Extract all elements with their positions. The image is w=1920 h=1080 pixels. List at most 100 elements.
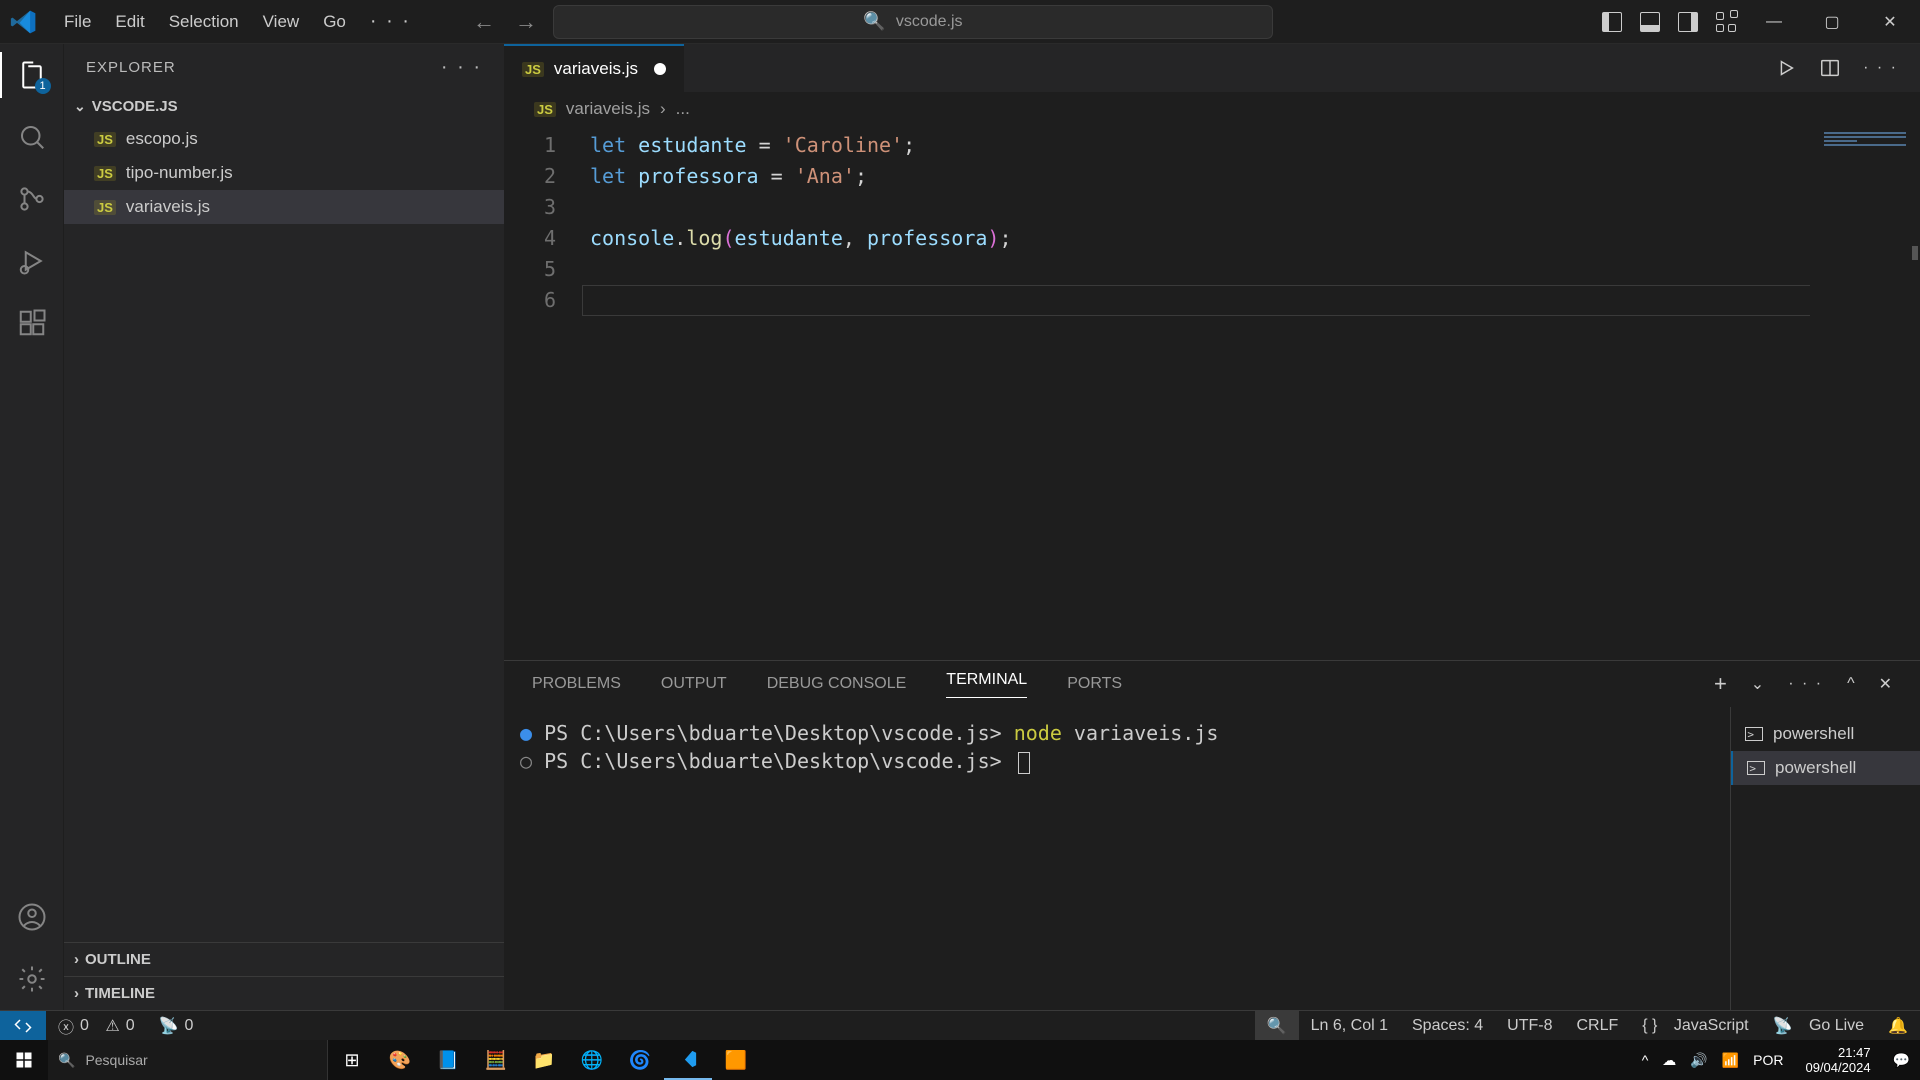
code-content[interactable]: let estudante = 'Caroline'; let professo…: [582, 126, 1920, 660]
activity-settings-icon[interactable]: [15, 962, 49, 996]
split-editor-icon[interactable]: [1819, 57, 1841, 79]
windows-taskbar: 🔍Pesquisar ⊞ 🎨 📘 🧮 📁 🌐 🌀 🟧 ^ ☁ 🔊 📶 POR 2…: [0, 1040, 1920, 1080]
run-file-icon[interactable]: [1775, 57, 1797, 79]
file-name: tipo-number.js: [126, 163, 233, 183]
status-bar: ⓧ0 ⚠0 📡0 🔍 Ln 6, Col 1 Spaces: 4 UTF-8 C…: [0, 1010, 1920, 1040]
status-eol[interactable]: CRLF: [1564, 1011, 1630, 1040]
folder-header[interactable]: ⌄ VSCODE.JS: [64, 90, 504, 122]
status-language[interactable]: { } JavaScript: [1630, 1011, 1760, 1040]
menu-more-icon[interactable]: · · ·: [358, 10, 423, 33]
breadcrumb-more: ...: [676, 99, 690, 119]
menu-go[interactable]: Go: [311, 0, 358, 44]
outline-section[interactable]: ›OUTLINE: [64, 942, 504, 976]
activity-accounts-icon[interactable]: [15, 900, 49, 934]
customize-layout-icon[interactable]: [1716, 12, 1736, 32]
editor-tab-active[interactable]: JS variaveis.js: [504, 44, 684, 92]
taskbar-search[interactable]: 🔍Pesquisar: [48, 1040, 328, 1080]
timeline-section[interactable]: ›TIMELINE: [64, 976, 504, 1010]
edge-icon[interactable]: 🌀: [616, 1040, 664, 1080]
chrome-icon[interactable]: 🌐: [568, 1040, 616, 1080]
panel-tab-ports[interactable]: PORTS: [1067, 675, 1122, 693]
taskbar-app-icon[interactable]: 📘: [424, 1040, 472, 1080]
status-zoom-icon[interactable]: 🔍: [1255, 1011, 1299, 1040]
remote-indicator-icon[interactable]: [0, 1011, 46, 1041]
window-maximize-icon[interactable]: ▢: [1812, 7, 1852, 37]
file-item-active[interactable]: JS variaveis.js: [64, 190, 504, 224]
status-errors[interactable]: ⓧ0 ⚠0: [46, 1011, 147, 1040]
panel-more-icon[interactable]: · · ·: [1788, 675, 1823, 693]
status-notifications-icon[interactable]: 🔔: [1876, 1011, 1920, 1040]
search-icon: 🔍: [863, 11, 885, 32]
activity-search-icon[interactable]: [15, 120, 49, 154]
js-file-icon: JS: [522, 62, 544, 77]
command-center[interactable]: 🔍 vscode.js: [553, 5, 1273, 39]
tray-cloud-icon[interactable]: ☁: [1662, 1052, 1676, 1069]
window-minimize-icon[interactable]: —: [1754, 7, 1794, 37]
tray-language[interactable]: POR: [1753, 1052, 1783, 1068]
file-item[interactable]: JS escopo.js: [64, 122, 504, 156]
start-button[interactable]: [0, 1040, 48, 1080]
code-editor[interactable]: 1 2 3 4 5 6 let estudante = 'Caroline'; …: [504, 126, 1920, 660]
taskbar-app-icon[interactable]: 🧮: [472, 1040, 520, 1080]
menu-file[interactable]: File: [52, 0, 103, 44]
system-tray[interactable]: ^ ☁ 🔊 📶 POR 21:47 09/04/2024 💬: [1642, 1045, 1920, 1075]
terminal-session[interactable]: >_powershell: [1731, 717, 1920, 751]
panel-tab-output[interactable]: OUTPUT: [661, 675, 727, 693]
toggle-secondary-sidebar-icon[interactable]: [1678, 12, 1698, 32]
nav-forward-icon[interactable]: →: [515, 9, 537, 35]
editor-more-icon[interactable]: · · ·: [1863, 59, 1898, 77]
taskbar-app-icon[interactable]: 🎨: [376, 1040, 424, 1080]
breadcrumb-file: variaveis.js: [566, 99, 650, 119]
js-file-icon: JS: [94, 132, 116, 147]
action-center-icon[interactable]: 💬: [1893, 1052, 1910, 1069]
menu-view[interactable]: View: [251, 0, 312, 44]
activity-run-debug-icon[interactable]: [15, 244, 49, 278]
overview-ruler[interactable]: [1906, 126, 1920, 660]
sidebar-more-icon[interactable]: · · ·: [441, 56, 482, 79]
status-ports[interactable]: 📡0: [147, 1011, 206, 1040]
tray-volume-icon[interactable]: 🔊: [1690, 1052, 1707, 1069]
terminal-session-active[interactable]: >_powershell: [1731, 751, 1920, 785]
activity-source-control-icon[interactable]: [15, 182, 49, 216]
status-encoding[interactable]: UTF-8: [1495, 1011, 1564, 1040]
activity-explorer-icon[interactable]: 1: [15, 58, 49, 92]
status-indentation[interactable]: Spaces: 4: [1400, 1011, 1495, 1040]
maximize-panel-icon[interactable]: ^: [1847, 675, 1855, 693]
terminal-list: >_powershell >_powershell: [1730, 707, 1920, 1010]
activity-bar: 1: [0, 44, 64, 1010]
tray-chevron-icon[interactable]: ^: [1642, 1052, 1649, 1068]
close-panel-icon[interactable]: ✕: [1879, 674, 1892, 694]
vscode-taskbar-icon[interactable]: [664, 1040, 712, 1080]
window-close-icon[interactable]: ✕: [1870, 7, 1910, 37]
sidebar-title: EXPLORER: [86, 59, 176, 76]
menu-edit[interactable]: Edit: [103, 0, 156, 44]
taskbar-clock[interactable]: 21:47 09/04/2024: [1797, 1045, 1878, 1075]
warning-icon: ⚠: [105, 1016, 119, 1036]
new-terminal-icon[interactable]: +: [1714, 671, 1727, 697]
toggle-panel-icon[interactable]: [1640, 12, 1660, 32]
explorer-badge: 1: [35, 78, 51, 94]
panel-tab-terminal[interactable]: TERMINAL: [946, 671, 1027, 698]
file-explorer-icon[interactable]: 📁: [520, 1040, 568, 1080]
tray-wifi-icon[interactable]: 📶: [1722, 1052, 1739, 1069]
terminal-dropdown-icon[interactable]: ⌄: [1751, 674, 1764, 694]
terminal[interactable]: ● PS C:\Users\bduarte\Desktop\vscode.js>…: [504, 707, 1730, 1010]
command-center-text: vscode.js: [896, 13, 963, 31]
file-item[interactable]: JS tipo-number.js: [64, 156, 504, 190]
status-cursor-position[interactable]: Ln 6, Col 1: [1299, 1011, 1400, 1040]
minimap[interactable]: [1810, 126, 1920, 660]
editor-area: JS variaveis.js · · · JS variaveis.js › …: [504, 44, 1920, 1010]
file-name: variaveis.js: [126, 197, 210, 217]
panel-tab-debug[interactable]: DEBUG CONSOLE: [767, 675, 907, 693]
taskbar-app-icon[interactable]: 🟧: [712, 1040, 760, 1080]
chevron-down-icon: ⌄: [74, 98, 86, 115]
chevron-right-icon: ›: [74, 985, 79, 1002]
task-view-icon[interactable]: ⊞: [328, 1040, 376, 1080]
panel-tab-problems[interactable]: PROBLEMS: [532, 675, 621, 693]
breadcrumb[interactable]: JS variaveis.js › ...: [504, 92, 1920, 126]
activity-extensions-icon[interactable]: [15, 306, 49, 340]
status-golive[interactable]: 📡 Go Live: [1761, 1011, 1877, 1040]
menu-selection[interactable]: Selection: [157, 0, 251, 44]
toggle-primary-sidebar-icon[interactable]: [1602, 12, 1622, 32]
nav-back-icon[interactable]: ←: [473, 9, 495, 35]
